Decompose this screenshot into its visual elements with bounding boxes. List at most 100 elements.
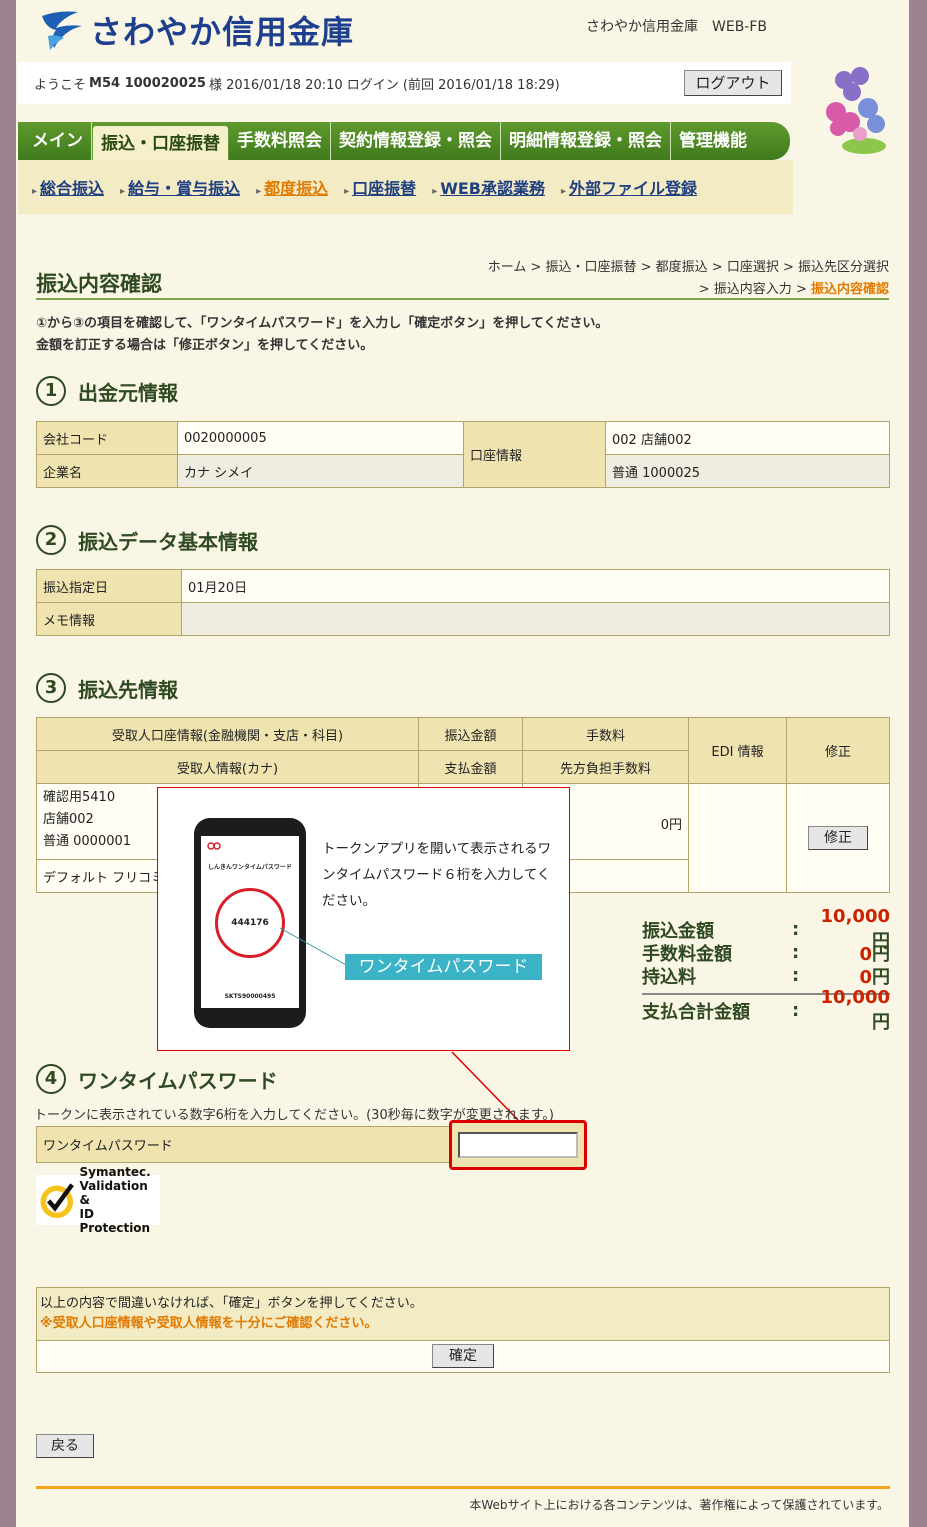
bank-name: さわやか信用金庫 [90,13,355,51]
sub-nav: 総合振込 給与・賞与振込 都度振込 口座振替 WEB承認業務 外部ファイル登録 [18,160,793,214]
breadcrumb-prefix: > 振込内容入力 > [698,282,807,297]
col-edi: EDI 情報 [688,717,787,784]
confirm-warning: ※受取人口座情報や受取人情報を十分にご確認ください。 [40,1316,378,1331]
section4-title: ワンタイムパスワード [78,1068,278,1093]
tab-statement-info[interactable]: 明細情報登録・照会 [501,122,671,160]
transfer-date-label: 振込指定日 [36,569,182,603]
subnav-external-file[interactable]: 外部ファイル登録 [561,175,697,199]
section2-number: 2 [36,525,66,555]
logout-button[interactable]: ログアウト [684,70,782,96]
total-fee-amount: 0 [859,943,872,965]
transfer-date: 01月20日 [181,569,890,603]
confirm-message-area: 以上の内容で間違いなければ、「確定」ボタンを押してください。 ※受取人口座情報や… [37,1288,889,1340]
grand-total-amount: 10,000 [820,987,890,1008]
hydrangea-icon [826,67,886,154]
col-recipient-name: 受取人情報(カナ) [36,750,419,784]
branch-info: 002 店舗002 [605,421,890,455]
section1-number: 1 [36,376,66,406]
total-fee-row: 手数料金額: 0円 [642,941,890,965]
welcome-bar: ようこそ M54 100020025 様 2016/01/18 20:10 ログ… [18,62,791,104]
total-transfer-amount: 10,000 [820,906,890,927]
total-carry-row: 持込料: 0円 [642,964,890,988]
total-unit: 円 [872,1012,890,1033]
copyright-notice: 本Webサイト上における各コンテンツは、著作権によって保護されています。 [469,1498,889,1512]
account-info-label: 口座情報 [463,421,606,488]
company-name-label: 企業名 [36,454,178,488]
bank-logo[interactable]: さわやか信用金庫 [38,6,354,54]
instruction-line1: ①から③の項目を確認して、「ワンタイムパスワード」を入力し「確定ボタン」を押して… [36,316,609,331]
user-id: M54 100020025 [89,75,206,91]
section1-heading: 1 出金元情報 [36,376,178,406]
tab-main[interactable]: メイン [24,122,92,160]
confirm-message: 以上の内容で間違いなければ、「確定」ボタンを押してください。 [40,1296,423,1311]
section4-number: 4 [36,1064,66,1094]
welcome-prefix: ようこそ [34,77,87,93]
subnav-bulk-transfer[interactable]: 総合振込 [32,175,104,199]
breadcrumb-line2: > 振込内容入力 > 振込内容確認 [699,278,889,297]
instruction-line2: 金額を訂正する場合は「修正ボタン」を押してください。 [36,338,374,353]
total-carry-amount: 0 [859,966,872,988]
tab-admin[interactable]: 管理機能 [671,122,755,160]
checkmark-seal-icon [40,1183,74,1219]
source-account-table: 会社コード 0020000005 口座情報 002 店舗002 企業名 カナ シ… [36,421,890,488]
otp-input[interactable] [458,1132,578,1158]
col-payment-amount: 支払金額 [418,750,523,784]
fix-cell: 修正 [786,783,890,893]
symantec-badge[interactable]: Symantec. Validation & ID Protection [36,1165,160,1235]
memo-value [181,602,890,636]
callout-line [279,927,349,967]
otp-tag-label: ワンタイムパスワード [345,954,542,980]
otp-help-popup: しんきんワンタイムパスワード 444176 SKTS90000495 トークンア… [157,787,570,1051]
popup-description: トークンアプリを開いて表示されるワンタイムパスワード６桁を入力してください。 [322,841,552,909]
subnav-web-approval[interactable]: WEB承認業務 [432,175,545,199]
main-nav: メイン 振込・口座振替 手数料照会 契約情報登録・照会 明細情報登録・照会 管理… [18,122,790,161]
subnav-account-transfer[interactable]: 口座振替 [344,175,416,199]
totals-summary: 振込金額: 10,000円 手数料金額: 0円 持込料: 0円 支払合計金額: … [642,906,890,1033]
tab-contract-info[interactable]: 契約情報登録・照会 [331,122,501,160]
section3-number: 3 [36,673,66,703]
section2-title: 振込データ基本情報 [78,529,258,554]
col-fee: 手数料 [522,717,689,751]
confirm-button[interactable]: 確定 [432,1344,494,1368]
confirm-button-row: 確定 [37,1340,889,1372]
subnav-salary-transfer[interactable]: 給与・賞与振込 [120,175,240,199]
title-divider [36,298,889,300]
col-fix: 修正 [786,717,890,784]
otp-highlight [449,1120,587,1170]
system-name: さわやか信用金庫 WEB-FB [586,19,768,35]
total-unit: 円 [872,943,890,965]
symantec-line1: Symantec. [79,1165,151,1179]
total-label: 持込料 [642,966,696,988]
footer-divider [36,1486,890,1489]
company-code: 0020000005 [177,421,464,455]
symantec-line3: ID Protection [79,1207,151,1235]
memo-label: メモ情報 [36,602,182,636]
section3-heading: 3 振込先情報 [36,673,178,703]
edi-cell [688,783,787,893]
bank-logo-icon [42,11,82,50]
back-button[interactable]: 戻る [36,1434,94,1458]
symantec-text: Symantec. Validation & ID Protection [80,1165,160,1235]
section2-heading: 2 振込データ基本情報 [36,525,258,555]
company-code-label: 会社コード [36,421,178,455]
section4-heading: 4 ワンタイムパスワード [36,1064,278,1094]
col-recipient-account: 受取人口座情報(金融機関・支店・科目) [36,717,419,751]
account-number: 普通 1000025 [605,454,890,488]
fix-button[interactable]: 修正 [808,826,868,850]
total-transfer-row: 振込金額: 10,000円 [642,906,890,952]
tab-transfer[interactable]: 振込・口座振替 [92,125,229,161]
tab-fee-inquiry[interactable]: 手数料照会 [229,122,331,160]
col-payer-fee: 先方負担手数料 [522,750,689,784]
login-info: 様 2016/01/18 20:10 ログイン (前回 2016/01/18 1… [208,77,560,93]
breadcrumb-current: 振込内容確認 [810,282,889,297]
page-title: 振込内容確認 [36,272,162,296]
subnav-single-transfer[interactable]: 都度振込 [256,175,328,199]
confirm-box: 以上の内容で間違いなければ、「確定」ボタンを押してください。 ※受取人口座情報や… [36,1287,890,1373]
section3-title: 振込先情報 [78,677,178,702]
total-unit: 円 [872,966,890,988]
section1-title: 出金元情報 [78,380,178,405]
col-transfer-amount: 振込金額 [418,717,523,751]
transfer-basic-table: 振込指定日 01月20日 メモ情報 [36,569,890,636]
total-label: 支払合計金額 [642,1001,750,1023]
breadcrumb: ホーム > 振込・口座振替 > 都度振込 > 口座選択 > 振込先区分選択 [487,260,889,275]
